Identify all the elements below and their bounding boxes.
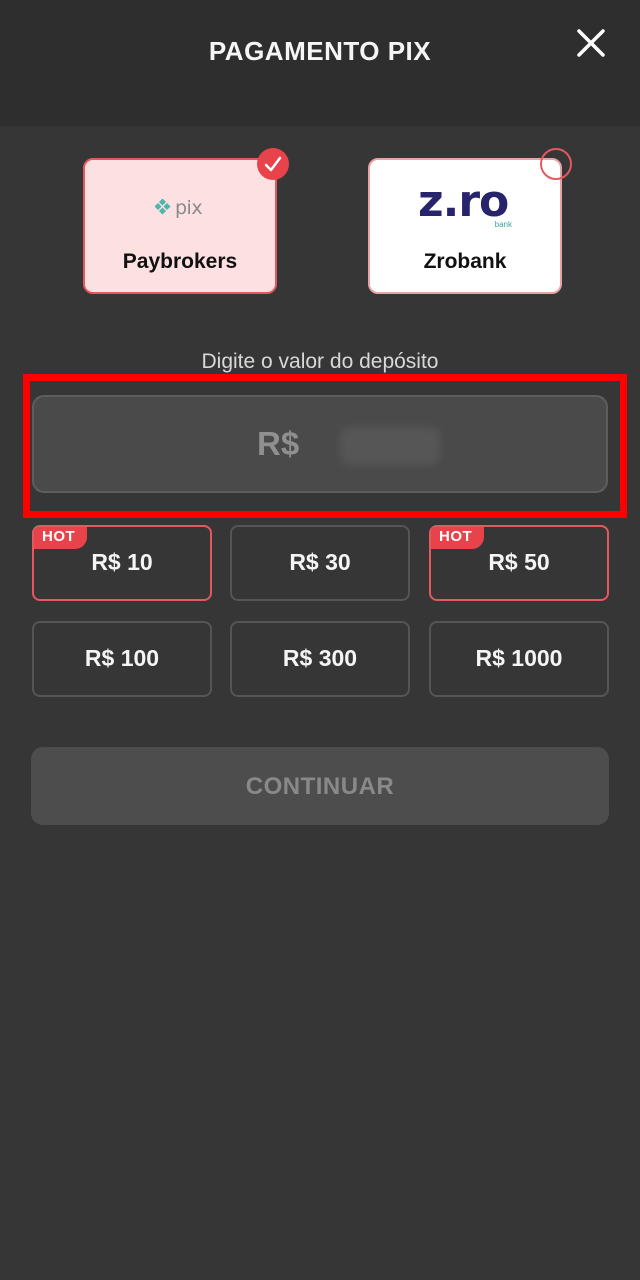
amount-chip-100[interactable]: R$ 100 xyxy=(32,621,212,697)
provider-zrobank[interactable]: z.ro bank Zrobank xyxy=(368,158,562,294)
page-title: PAGAMENTO PIX xyxy=(208,36,432,66)
hot-badge: HOT xyxy=(431,527,485,549)
hot-badge: HOT xyxy=(34,527,88,549)
amount-chip-1000[interactable]: R$ 1000 xyxy=(429,621,609,697)
amount-chip-label: R$ 10 xyxy=(91,549,153,575)
amount-chip-30[interactable]: R$ 30 xyxy=(230,525,410,601)
deposit-label: Digite o valor do depósito xyxy=(201,350,439,373)
amount-chip-label: R$ 50 xyxy=(488,549,550,575)
amount-chip-50[interactable]: HOT R$ 50 xyxy=(429,525,609,601)
header-bar: PAGAMENTO PIX xyxy=(0,0,640,126)
continue-button-label: CONTINUAR xyxy=(245,773,395,800)
pix-logo-icon: pix xyxy=(155,196,209,220)
amount-chip-300[interactable]: R$ 300 xyxy=(230,621,410,697)
blurred-value xyxy=(340,427,440,465)
pix-logo-text: pix xyxy=(175,197,203,219)
amount-chip-label: R$ 1000 xyxy=(475,645,563,671)
amount-chip-10[interactable]: HOT R$ 10 xyxy=(32,525,212,601)
deposit-amount-input[interactable]: R$ xyxy=(32,395,608,493)
continue-button[interactable]: CONTINUAR xyxy=(31,747,609,825)
amount-chip-label: R$ 30 xyxy=(289,549,351,575)
provider-name: Paybrokers xyxy=(122,250,238,273)
close-icon[interactable] xyxy=(572,24,610,62)
provider-name: Zrobank xyxy=(423,250,507,273)
zrobank-logo-subtext: bank xyxy=(494,220,512,229)
amount-chip-label: R$ 100 xyxy=(84,645,160,671)
check-icon xyxy=(257,148,289,180)
radio-unchecked-icon[interactable] xyxy=(540,148,572,180)
provider-paybrokers[interactable]: pix Paybrokers xyxy=(83,158,277,294)
zrobank-logo-icon: z.ro bank xyxy=(418,176,514,229)
currency-prefix: R$ xyxy=(257,425,300,462)
amount-chip-label: R$ 300 xyxy=(282,645,358,671)
